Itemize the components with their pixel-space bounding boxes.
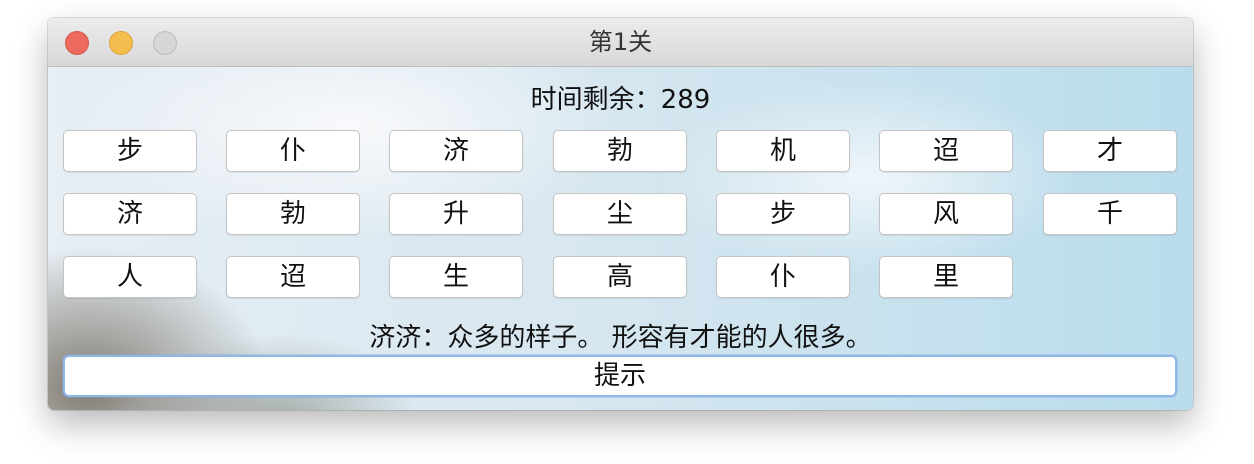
char-tile[interactable]: 机 (716, 130, 850, 172)
char-tile[interactable]: 济 (389, 130, 523, 172)
char-tile[interactable]: 仆 (716, 256, 850, 298)
char-tile[interactable]: 人 (63, 256, 197, 298)
char-tile[interactable]: 千 (1043, 193, 1177, 235)
char-tile[interactable]: 尘 (553, 193, 687, 235)
idiom-definition: 济济：众多的样子。 形容有才能的人很多。 (369, 323, 872, 353)
char-tile[interactable]: 风 (879, 193, 1013, 235)
hint-button[interactable]: 提示 (63, 355, 1177, 397)
game-content: 时间剩余：289 步 仆 济 勃 机 迢 才 济 勃 升 尘 步 风 千 人 迢… (48, 67, 1193, 410)
char-tile[interactable]: 迢 (879, 130, 1013, 172)
char-tile[interactable]: 步 (716, 193, 850, 235)
char-tile[interactable]: 济 (63, 193, 197, 235)
char-tile[interactable]: 升 (389, 193, 523, 235)
char-tile[interactable]: 勃 (226, 193, 360, 235)
title-bar[interactable]: 第1关 (48, 18, 1193, 67)
char-tile[interactable]: 步 (63, 130, 197, 172)
char-tile[interactable]: 里 (879, 256, 1013, 298)
time-remaining: 时间剩余：289 (530, 85, 711, 115)
char-tile[interactable]: 迢 (226, 256, 360, 298)
char-tile[interactable]: 高 (553, 256, 687, 298)
char-tile[interactable]: 勃 (553, 130, 687, 172)
game-window: 第1关 时间剩余：289 步 仆 济 勃 机 迢 才 济 勃 升 尘 步 风 千… (48, 18, 1193, 410)
char-tile[interactable]: 生 (389, 256, 523, 298)
window-title: 第1关 (588, 28, 653, 56)
char-tile[interactable]: 仆 (226, 130, 360, 172)
char-tile[interactable]: 才 (1043, 130, 1177, 172)
